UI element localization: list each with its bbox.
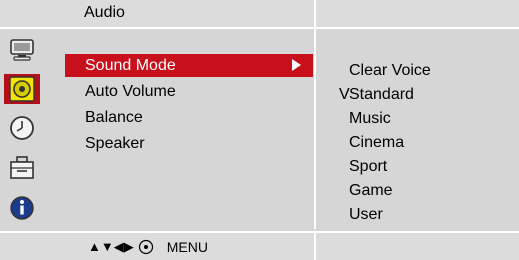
info-icon xyxy=(10,196,34,220)
direction-arrows-icon: ▲▼◀▶ xyxy=(88,239,134,254)
header-divider xyxy=(314,0,316,27)
option-cinema[interactable]: Cinema xyxy=(349,131,404,154)
menu-footer: ▲▼◀▶ MENU xyxy=(0,231,519,260)
footer-divider xyxy=(314,233,316,260)
menu-item-label: Balance xyxy=(85,109,143,126)
category-information[interactable] xyxy=(4,193,40,223)
category-option[interactable] xyxy=(4,153,40,183)
sound-mode-submenu: Clear Voice V Standard Music Cinema Spor… xyxy=(316,29,519,229)
option-clear-voice[interactable]: Clear Voice xyxy=(349,59,431,82)
ok-button-icon xyxy=(138,239,153,255)
option-music[interactable]: Music xyxy=(349,107,391,130)
submenu-arrow-icon xyxy=(292,59,301,71)
menu-item-label: Sound Mode xyxy=(85,57,176,74)
menu-item-label: Speaker xyxy=(85,135,145,152)
menu-hint-label: MENU xyxy=(166,239,208,255)
menu-item-sound-mode[interactable]: Sound Mode xyxy=(65,54,313,77)
option-user[interactable]: User xyxy=(349,203,383,226)
menu-item-speaker[interactable]: Speaker xyxy=(65,132,313,155)
category-sidebar xyxy=(0,29,44,229)
menu-item-balance[interactable]: Balance xyxy=(65,106,313,129)
clock-icon xyxy=(10,116,34,140)
menu-header: Audio xyxy=(0,0,519,29)
audio-icon xyxy=(9,76,35,102)
option-standard[interactable]: Standard xyxy=(349,83,414,106)
option-sport[interactable]: Sport xyxy=(349,155,387,178)
page-title: Audio xyxy=(84,4,125,21)
audio-menu-panel: Sound Mode Auto Volume Balance Speaker xyxy=(44,29,314,229)
navigation-hint: ▲▼◀▶ MENU xyxy=(88,239,208,255)
toolbox-icon xyxy=(10,156,34,179)
menu-item-auto-volume[interactable]: Auto Volume xyxy=(65,80,313,103)
category-picture[interactable] xyxy=(4,35,40,65)
option-game[interactable]: Game xyxy=(349,179,393,202)
category-time[interactable] xyxy=(4,113,40,143)
monitor-icon xyxy=(10,39,34,61)
menu-item-label: Auto Volume xyxy=(85,83,176,100)
category-audio[interactable] xyxy=(4,74,40,104)
osd-menu: Audio Sound Mode Auto Volume Balance Spe… xyxy=(0,0,519,260)
